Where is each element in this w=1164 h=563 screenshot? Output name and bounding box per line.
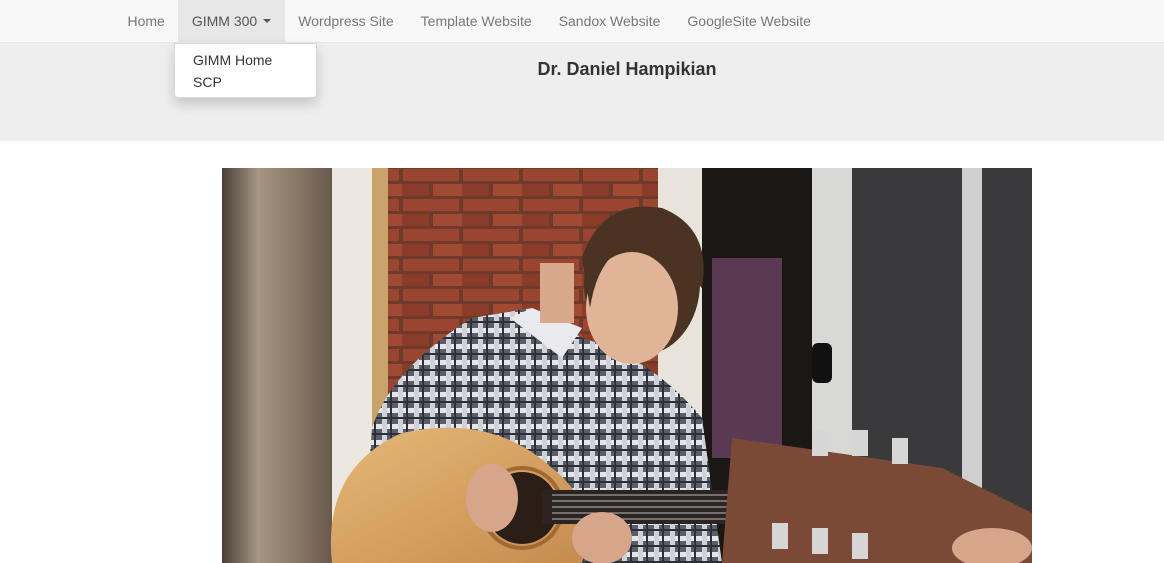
guitar-player-photo-icon — [222, 168, 1032, 563]
nav-list: Home GIMM 300 Wordpress Site Template We… — [114, 0, 824, 43]
nav-sandox-link[interactable]: Sandox Website — [545, 0, 674, 42]
nav-gimm300-label: GIMM 300 — [191, 13, 258, 29]
nav-sandox-label: Sandox Website — [558, 13, 661, 29]
profile-photo — [222, 168, 1032, 563]
nav-wordpress-label: Wordpress Site — [298, 13, 394, 29]
nav-googlesite-link[interactable]: GoogleSite Website — [674, 0, 824, 42]
nav-template-link[interactable]: Template Website — [407, 0, 545, 42]
top-navbar: Home GIMM 300 Wordpress Site Template We… — [0, 0, 1164, 43]
caret-down-icon — [263, 19, 272, 23]
nav-wordpress-link[interactable]: Wordpress Site — [285, 0, 407, 42]
nav-home-link[interactable]: Home — [114, 0, 178, 42]
nav-googlesite-label: GoogleSite Website — [687, 13, 811, 29]
nav-home-label: Home — [127, 13, 165, 29]
dropdown-item-gimm-home[interactable]: GIMM Home — [175, 49, 316, 71]
dropdown-item-scp[interactable]: SCP — [175, 71, 316, 93]
nav-template-label: Template Website — [420, 13, 532, 29]
gimm300-dropdown-menu: GIMM Home SCP — [174, 43, 317, 98]
nav-gimm300-dropdown-toggle[interactable]: GIMM 300 — [178, 0, 285, 42]
